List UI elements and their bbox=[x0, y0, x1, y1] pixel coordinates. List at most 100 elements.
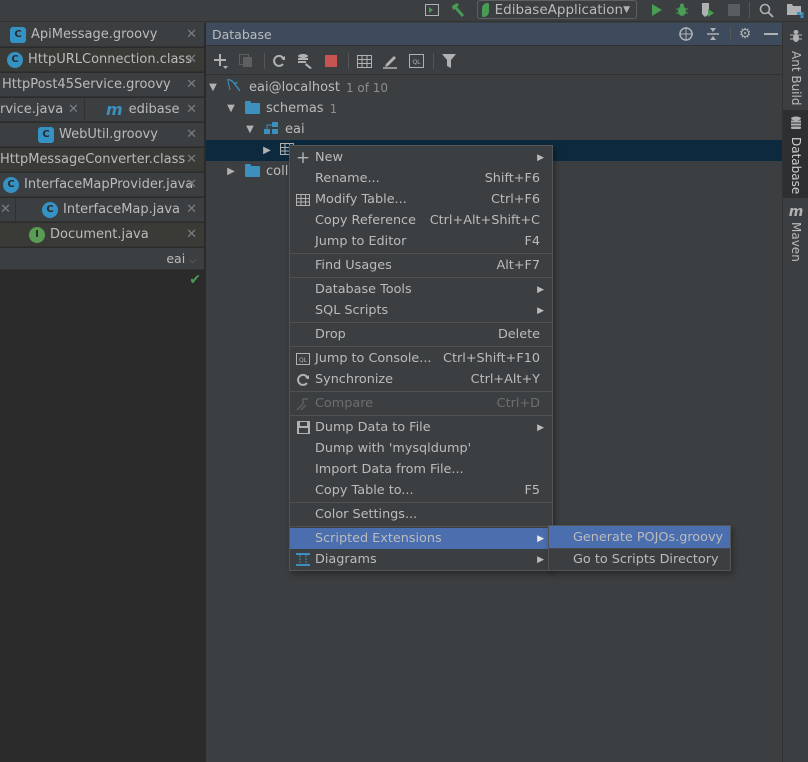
editor-tab[interactable]: I Document.java ✕ bbox=[0, 223, 204, 247]
submenu-item-generate-pojos[interactable]: Generate POJOs.groovy bbox=[549, 526, 730, 548]
expand-arrow-icon[interactable]: ▼ bbox=[245, 124, 255, 135]
terminal-icon[interactable] bbox=[424, 2, 440, 18]
menu-item-modify-table[interactable]: Modify Table... Ctrl+F6 bbox=[290, 189, 552, 210]
refresh-icon[interactable] bbox=[271, 53, 287, 69]
editor-tab[interactable]: C ApiMessage.groovy ✕ bbox=[0, 23, 204, 47]
close-icon[interactable]: ✕ bbox=[186, 77, 197, 92]
tab-label: HttpPost45Service.groovy bbox=[2, 77, 171, 92]
close-icon[interactable]: ✕ bbox=[186, 127, 197, 142]
editor-tab[interactable]: C InterfaceMap.java bbox=[42, 201, 180, 218]
jump-to-console-icon[interactable]: QL bbox=[408, 53, 424, 69]
menu-item-color-settings[interactable]: Color Settings... bbox=[290, 504, 552, 525]
close-icon[interactable]: ✕ bbox=[186, 152, 197, 167]
menu-item-jump-to-console[interactable]: QL Jump to Console... Ctrl+Shift+F10 bbox=[290, 348, 552, 369]
editor-tab[interactable]: C WebUtil.groovy ✕ bbox=[0, 123, 204, 147]
stripe-button-database[interactable]: Database bbox=[783, 110, 808, 198]
tab-label[interactable]: rvice.java bbox=[0, 102, 63, 117]
hide-panel-icon[interactable] bbox=[763, 26, 779, 42]
schema-label: eai bbox=[166, 251, 186, 266]
chevron-down-icon: ⌵ bbox=[189, 256, 196, 266]
toolbar-separator bbox=[348, 53, 349, 69]
menu-item-new[interactable]: + New ▶ bbox=[290, 147, 552, 168]
submenu-arrow-icon: ▶ bbox=[537, 422, 544, 433]
menu-item-rename[interactable]: Rename... Shift+F6 bbox=[290, 168, 552, 189]
stripe-button-ant-build[interactable]: Ant Build bbox=[783, 23, 808, 108]
menu-item-dump-mysqldump[interactable]: Dump with 'mysqldump' bbox=[290, 438, 552, 459]
menu-item-copy-reference[interactable]: Copy Reference Ctrl+Alt+Shift+C bbox=[290, 210, 552, 231]
project-structure-icon[interactable] bbox=[786, 2, 804, 18]
schemas-count: 1 bbox=[329, 101, 338, 116]
editor-tab[interactable]: HttpPost45Service.groovy ✕ bbox=[0, 73, 204, 97]
menu-separator bbox=[290, 346, 552, 347]
close-icon[interactable]: ✕ bbox=[186, 102, 197, 117]
duplicate-icon[interactable] bbox=[238, 53, 254, 69]
editor-tab[interactable]: C HttpURLConnection.class ✕ bbox=[0, 48, 204, 72]
menu-item-diagrams[interactable]: Diagrams ▶ bbox=[290, 549, 552, 570]
spring-boot-icon bbox=[482, 2, 489, 17]
close-icon[interactable]: ✕ bbox=[186, 52, 197, 67]
expand-arrow-icon[interactable]: ▼ bbox=[226, 103, 236, 114]
close-icon[interactable]: ✕ bbox=[0, 202, 11, 217]
menu-item-dump-data-to-file[interactable]: Dump Data to File ▶ bbox=[290, 417, 552, 438]
menu-item-jump-to-editor[interactable]: Jump to Editor F4 bbox=[290, 231, 552, 252]
menu-item-import-data[interactable]: Import Data from File... bbox=[290, 459, 552, 480]
tab-label: edibase bbox=[128, 102, 180, 117]
gear-icon[interactable]: ⚙ bbox=[737, 26, 753, 42]
expand-arrow-icon[interactable]: ▶ bbox=[262, 145, 272, 156]
table-editor-icon[interactable] bbox=[356, 53, 372, 69]
main-toolbar: EdibaseApplication ▼ bbox=[0, 0, 808, 22]
collapse-all-icon[interactable] bbox=[705, 26, 721, 42]
context-menu: + New ▶ Rename... Shift+F6 Modify Table.… bbox=[289, 145, 553, 571]
schema-selector[interactable]: eai ⌵ bbox=[0, 248, 204, 270]
locate-icon[interactable] bbox=[678, 26, 694, 42]
stop-icon[interactable] bbox=[323, 53, 339, 69]
run-configuration-label: EdibaseApplication bbox=[494, 1, 624, 18]
menu-item-copy-table[interactable]: Copy Table to... F5 bbox=[290, 480, 552, 501]
tree-node-datasource[interactable]: ▼ eai@localhost 1 of 10 bbox=[206, 77, 782, 98]
run-with-coverage-icon[interactable] bbox=[700, 2, 716, 18]
folder-icon bbox=[245, 101, 260, 114]
refresh-icon bbox=[295, 372, 311, 388]
menu-item-find-usages[interactable]: Find Usages Alt+F7 bbox=[290, 255, 552, 276]
editor-tab[interactable]: m edibase bbox=[106, 100, 180, 119]
search-icon[interactable] bbox=[758, 2, 774, 18]
panel-title: Database bbox=[212, 27, 272, 42]
close-icon[interactable]: ✕ bbox=[186, 202, 197, 217]
edit-source-icon[interactable] bbox=[382, 53, 398, 69]
debug-icon[interactable] bbox=[674, 2, 690, 18]
menu-item-drop[interactable]: Drop Delete bbox=[290, 324, 552, 345]
menu-item-scripted-extensions[interactable]: Scripted Extensions ▶ bbox=[290, 528, 552, 549]
expand-arrow-icon[interactable]: ▼ bbox=[208, 82, 218, 93]
stripe-button-maven[interactable]: m Maven bbox=[783, 200, 808, 270]
close-icon[interactable]: ✕ bbox=[186, 27, 197, 42]
run-configuration-selector[interactable]: EdibaseApplication ▼ bbox=[477, 0, 637, 19]
tab-label: WebUtil.groovy bbox=[59, 127, 158, 142]
java-class-icon: C bbox=[42, 201, 58, 218]
class-file-icon: C bbox=[7, 51, 23, 68]
close-icon[interactable]: ✕ bbox=[186, 227, 197, 242]
expand-arrow-icon[interactable]: ▶ bbox=[226, 166, 236, 177]
menu-item-database-tools[interactable]: Database Tools ▶ bbox=[290, 279, 552, 300]
stop-icon[interactable] bbox=[727, 2, 741, 18]
data-source-properties-icon[interactable] bbox=[297, 53, 313, 69]
editor-tab[interactable]: C InterfaceMapProvider.java ✕ bbox=[0, 173, 204, 197]
build-hammer-icon[interactable] bbox=[449, 2, 467, 18]
editor-tab[interactable]: HttpMessageConverter.class ✕ bbox=[0, 148, 204, 172]
menu-item-synchronize[interactable]: Synchronize Ctrl+Alt+Y bbox=[290, 369, 552, 390]
add-icon[interactable] bbox=[213, 53, 229, 69]
chevron-down-icon: ▼ bbox=[623, 4, 630, 15]
tab-label: HttpURLConnection.class bbox=[28, 52, 192, 67]
tree-node-schema[interactable]: ▼ eai bbox=[206, 119, 782, 140]
run-icon[interactable] bbox=[649, 2, 665, 18]
filter-icon[interactable] bbox=[441, 53, 457, 69]
submenu-item-go-to-scripts-directory[interactable]: Go to Scripts Directory bbox=[549, 548, 730, 570]
diagram-icon bbox=[295, 552, 311, 568]
stripe-label: Database bbox=[789, 137, 803, 195]
close-icon[interactable]: ✕ bbox=[68, 102, 79, 117]
tree-node-schemas[interactable]: ▼ schemas 1 bbox=[206, 98, 782, 119]
close-icon[interactable]: ✕ bbox=[186, 177, 197, 192]
menu-item-sql-scripts[interactable]: SQL Scripts ▶ bbox=[290, 300, 552, 321]
submenu-arrow-icon: ▶ bbox=[537, 554, 544, 565]
schemas-label: schemas bbox=[266, 101, 324, 116]
menu-separator bbox=[290, 322, 552, 323]
